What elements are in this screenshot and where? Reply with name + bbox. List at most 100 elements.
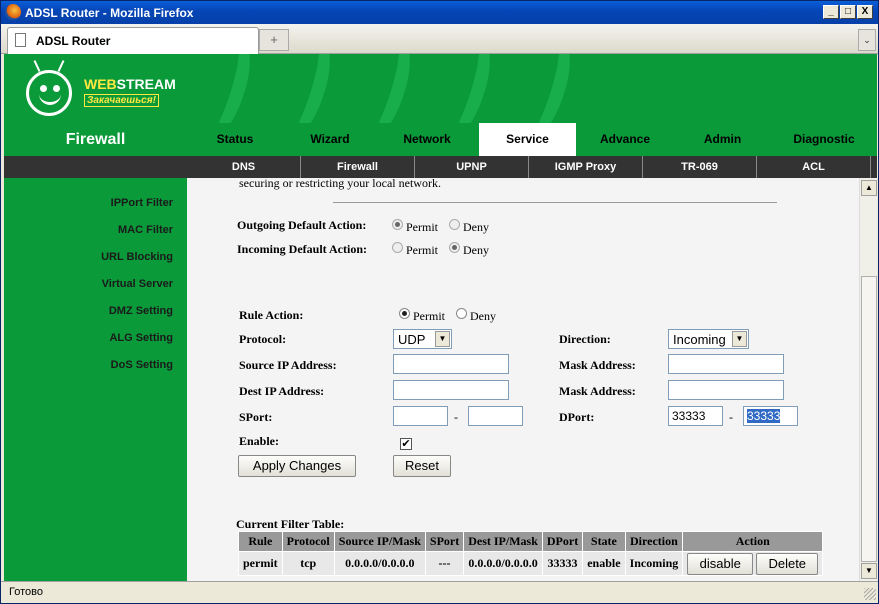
vertical-scrollbar[interactable]: ▲ ▼: [859, 178, 877, 581]
protocol-label: Protocol:: [239, 332, 287, 346]
sport-label: SPort:: [239, 410, 273, 424]
dport-from-input[interactable]: [668, 406, 723, 426]
status-text: Готово: [9, 586, 43, 598]
firewall-form: securing or restricting your local netwo…: [187, 178, 859, 581]
enable-checkbox[interactable]: ✔: [400, 438, 412, 450]
scroll-thumb[interactable]: [861, 276, 877, 562]
tab-network[interactable]: Network: [377, 123, 477, 156]
incoming-deny-radio[interactable]: [449, 242, 460, 253]
divider: [333, 202, 777, 203]
dport-label: DPort:: [559, 410, 595, 424]
intro-text: securing or restricting your local netwo…: [239, 178, 441, 190]
dest-ip-input[interactable]: [393, 380, 509, 400]
minimize-button[interactable]: _: [823, 5, 839, 19]
source-ip-input[interactable]: [393, 354, 509, 374]
scroll-down-icon[interactable]: ▼: [861, 563, 877, 579]
col-dest: Dest IP/Mask: [463, 531, 543, 552]
col-action: Action: [682, 531, 824, 552]
firefox-icon: [5, 4, 21, 20]
protocol-value: UDP: [398, 332, 426, 347]
col-dport: DPort: [541, 531, 584, 552]
cell-protocol: tcp: [281, 551, 335, 576]
delete-button[interactable]: Delete: [756, 552, 819, 575]
col-protocol: Protocol: [281, 531, 335, 552]
subtab-acl[interactable]: ACL: [757, 156, 871, 178]
tab-service[interactable]: Service: [479, 123, 576, 156]
rule-permit-radio[interactable]: [399, 308, 410, 319]
sport-from-input[interactable]: [393, 406, 448, 426]
cell-sport: ---: [424, 551, 465, 576]
dport-to-value: 33333: [747, 409, 781, 423]
apply-changes-button[interactable]: Apply Changes: [238, 455, 356, 477]
rule-permit-label: Permit: [413, 309, 445, 323]
dest-mask-input[interactable]: [668, 380, 784, 400]
cell-source: 0.0.0.0/0.0.0.0: [333, 551, 426, 576]
cell-direction: Incoming: [624, 551, 684, 576]
dport-dash: -: [729, 410, 733, 424]
sidebar-item-mac-filter[interactable]: MAC Filter: [118, 224, 173, 236]
subtab-tr069[interactable]: TR-069: [643, 156, 757, 178]
tab-status[interactable]: Status: [187, 123, 283, 156]
incoming-default-label: Incoming Default Action:: [237, 242, 367, 256]
source-ip-label: Source IP Address:: [239, 358, 337, 372]
subtab-firewall[interactable]: Firewall: [301, 156, 415, 178]
sidebar-item-dmz-setting[interactable]: DMZ Setting: [109, 305, 173, 317]
section-title: Firewall: [65, 131, 126, 148]
subtab-dns[interactable]: DNS: [187, 156, 301, 178]
tab-wizard[interactable]: Wizard: [283, 123, 377, 156]
filter-table-caption: Current Filter Table:: [236, 517, 345, 531]
cell-state: enable: [582, 551, 626, 576]
sport-dash: -: [454, 410, 458, 424]
rule-deny-label: Deny: [470, 309, 496, 323]
col-sport: SPort: [424, 531, 465, 552]
protocol-select[interactable]: UDP ▼: [393, 329, 452, 349]
outgoing-deny-label: Deny: [463, 220, 489, 234]
page-content: WEBSTREAM Закачаешься! Firewall Status W…: [4, 54, 877, 581]
tab-diagnostic[interactable]: Diagnostic: [771, 123, 877, 156]
status-bar: Готово: [1, 581, 878, 603]
new-tab-button[interactable]: +: [259, 29, 289, 51]
smiley-logo-icon: [26, 70, 72, 116]
brand-logo: WEBSTREAM: [84, 76, 176, 92]
sidebar-item-url-blocking[interactable]: URL Blocking: [101, 251, 173, 263]
rule-deny-radio[interactable]: [456, 308, 467, 319]
cell-rule: permit: [238, 551, 283, 576]
outgoing-default-label: Outgoing Default Action:: [237, 218, 367, 232]
disable-button[interactable]: disable: [687, 552, 754, 575]
outgoing-deny-radio[interactable]: [449, 219, 460, 230]
resize-grip-icon[interactable]: [864, 588, 876, 600]
window-title: ADSL Router - Mozilla Firefox: [25, 6, 194, 20]
sidebar-item-alg-setting[interactable]: ALG Setting: [109, 332, 173, 344]
browser-tab-title: ADSL Router: [36, 34, 111, 48]
browser-tab[interactable]: ADSL Router: [7, 27, 259, 54]
col-rule: Rule: [238, 531, 283, 552]
col-source: Source IP/Mask: [333, 531, 426, 552]
maximize-button[interactable]: □: [840, 5, 856, 19]
outgoing-permit-radio[interactable]: [392, 219, 403, 230]
browser-window: ADSL Router - Mozilla Firefox _ □ X ADSL…: [0, 0, 879, 604]
close-button[interactable]: X: [857, 5, 873, 19]
source-mask-input[interactable]: [668, 354, 784, 374]
col-direction: Direction: [624, 531, 684, 552]
table-row: permit tcp 0.0.0.0/0.0.0.0 --- 0.0.0.0/0…: [238, 551, 824, 576]
dport-to-input[interactable]: 33333: [743, 406, 798, 426]
page-icon: [15, 33, 26, 47]
tab-list-button[interactable]: ⌄: [858, 29, 876, 51]
incoming-permit-radio[interactable]: [392, 242, 403, 253]
dropdown-arrow-icon: ▼: [435, 331, 450, 347]
subtab-upnp[interactable]: UPNP: [415, 156, 529, 178]
cell-dest: 0.0.0.0/0.0.0.0: [463, 551, 543, 576]
direction-select[interactable]: Incoming ▼: [668, 329, 749, 349]
sidebar-item-dos-setting[interactable]: DoS Setting: [111, 359, 173, 371]
scroll-up-icon[interactable]: ▲: [861, 180, 877, 196]
cell-action: disable Delete: [682, 551, 824, 576]
direction-value: Incoming: [673, 332, 726, 347]
col-state: State: [582, 531, 626, 552]
sidebar-item-virtual-server[interactable]: Virtual Server: [102, 278, 173, 290]
subtab-igmp-proxy[interactable]: IGMP Proxy: [529, 156, 643, 178]
sport-to-input[interactable]: [468, 406, 523, 426]
reset-button[interactable]: Reset: [393, 455, 451, 477]
tab-advance[interactable]: Advance: [576, 123, 674, 156]
sidebar-item-ipport-filter[interactable]: IPPort Filter: [111, 197, 173, 209]
tab-admin[interactable]: Admin: [674, 123, 771, 156]
